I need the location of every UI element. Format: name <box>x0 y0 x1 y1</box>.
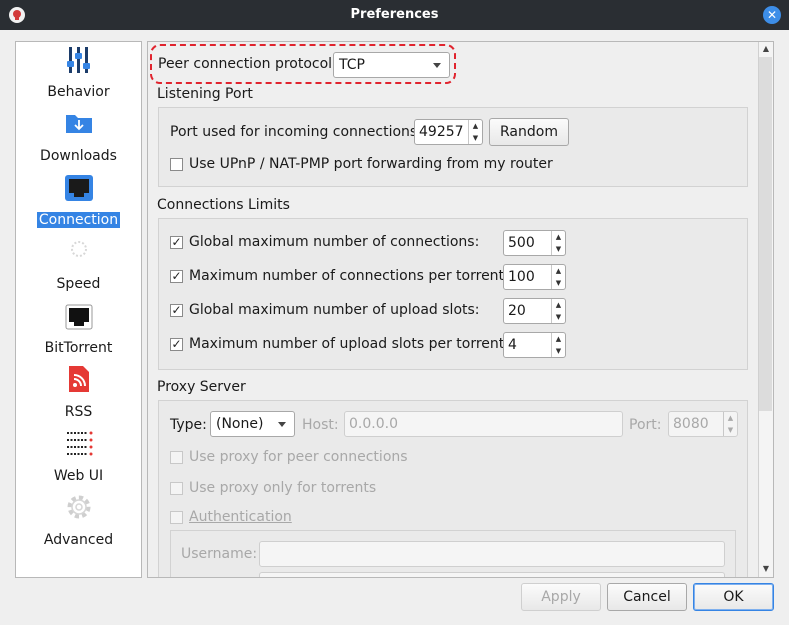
spin-arrows-icon[interactable]: ▲ ▼ <box>551 299 565 323</box>
spin-arrows-icon[interactable]: ▲ ▼ <box>468 120 482 144</box>
network-port-icon <box>65 175 93 201</box>
proxy-port-spinbox[interactable]: 8080 ▲ ▼ <box>668 411 738 437</box>
sliders-icon <box>67 47 90 73</box>
scroll-up-icon[interactable]: ▲ <box>759 42 773 56</box>
global-max-upload-slots-label: Global maximum number of upload slots: <box>189 302 480 318</box>
sidebar-item-label: Connection <box>36 212 121 228</box>
sidebar-item-speed[interactable]: Speed <box>16 234 141 298</box>
max-upload-slots-per-torrent-label: Maximum number of upload slots per torre… <box>189 336 509 352</box>
sidebar-item-connection[interactable]: Connection <box>16 170 141 234</box>
scrollbar-thumb[interactable] <box>759 57 772 411</box>
sidebar-item-advanced[interactable]: Advanced <box>16 490 141 554</box>
rss-icon <box>69 366 89 392</box>
sidebar-item-downloads[interactable]: Downloads <box>16 106 141 170</box>
sidebar-item-label: Speed <box>56 276 101 292</box>
highlight-annotation <box>150 44 456 84</box>
proxy-peer-connections-label: Use proxy for peer connections <box>189 449 408 465</box>
password-field[interactable] <box>259 572 725 577</box>
random-port-button[interactable]: Random <box>489 118 569 146</box>
proxy-torrents-only-checkbox[interactable] <box>170 482 183 495</box>
sidebar-item-label: Behavior <box>47 84 110 100</box>
close-icon[interactable]: ✕ <box>763 6 781 24</box>
sidebar-item-rss[interactable]: RSS <box>16 362 141 426</box>
chevron-down-icon <box>278 422 286 427</box>
proxy-server-title: Proxy Server <box>157 379 246 395</box>
max-connections-per-torrent-checkbox[interactable]: ✓ <box>170 270 183 283</box>
sidebar-item-behavior[interactable]: Behavior <box>16 42 141 106</box>
upnp-label: Use UPnP / NAT-PMP port forwarding from … <box>189 156 553 172</box>
port-label: Port used for incoming connections: <box>170 124 422 140</box>
global-max-upload-slots-checkbox[interactable]: ✓ <box>170 304 183 317</box>
spin-arrows-icon[interactable]: ▲ ▼ <box>551 265 565 289</box>
sidebar-item-label: Downloads <box>40 148 117 164</box>
gear-icon <box>67 495 91 519</box>
upnp-checkbox[interactable] <box>170 158 183 171</box>
connection-limits-title: Connections Limits <box>157 197 290 213</box>
ok-button[interactable]: OK <box>693 583 774 611</box>
sidebar-item-label: Web UI <box>53 468 104 484</box>
web-ui-icon <box>67 431 93 456</box>
scroll-down-icon[interactable]: ▼ <box>759 562 773 576</box>
global-max-upload-slots-spinbox[interactable]: 20 ▲ ▼ <box>503 298 566 324</box>
sidebar: Behavior Downloads Connection Speed BitT… <box>15 41 142 578</box>
username-field[interactable] <box>259 541 725 567</box>
max-connections-per-torrent-label: Maximum number of connections per torren… <box>189 268 509 284</box>
global-max-connections-checkbox[interactable]: ✓ <box>170 236 183 249</box>
proxy-type-label: Type: <box>170 417 207 433</box>
sidebar-item-label: RSS <box>64 404 93 420</box>
global-max-connections-spinbox[interactable]: 500 ▲ ▼ <box>503 230 566 256</box>
spin-arrows-icon[interactable]: ▲ ▼ <box>551 231 565 255</box>
proxy-authentication-checkbox[interactable] <box>170 511 183 524</box>
sidebar-item-bittorrent[interactable]: BitTorrent <box>16 298 141 362</box>
global-max-connections-label: Global maximum number of connections: <box>189 234 480 250</box>
download-folder-icon <box>66 115 92 133</box>
proxy-authentication-label: Authentication <box>189 509 292 525</box>
max-connections-per-torrent-spinbox[interactable]: 100 ▲ ▼ <box>503 264 566 290</box>
max-upload-slots-per-torrent-spinbox[interactable]: 4 ▲ ▼ <box>503 332 566 358</box>
username-label: Username: <box>181 546 258 562</box>
proxy-type-select[interactable]: (None) <box>210 411 295 437</box>
proxy-host-field[interactable]: 0.0.0.0 <box>344 411 623 437</box>
apply-button[interactable]: Apply <box>521 583 601 611</box>
window-title: Preferences <box>350 7 439 22</box>
proxy-torrents-only-label: Use proxy only for torrents <box>189 480 377 496</box>
port-spinbox[interactable]: 49257 ▲ ▼ <box>414 119 483 145</box>
sidebar-item-label: BitTorrent <box>44 340 113 356</box>
network-port-black-icon <box>65 304 93 330</box>
sidebar-item-web-ui[interactable]: Web UI <box>16 426 141 490</box>
proxy-host-label: Host: <box>302 417 339 433</box>
proxy-peer-connections-checkbox[interactable] <box>170 451 183 464</box>
listening-port-title: Listening Port <box>157 86 253 102</box>
speedometer-icon <box>71 241 87 257</box>
cancel-button[interactable]: Cancel <box>607 583 687 611</box>
spin-arrows-icon[interactable]: ▲ ▼ <box>551 333 565 357</box>
sidebar-item-label: Advanced <box>43 532 114 548</box>
max-upload-slots-per-torrent-checkbox[interactable]: ✓ <box>170 338 183 351</box>
proxy-port-label: Port: <box>629 417 662 433</box>
spin-arrows-icon[interactable]: ▲ ▼ <box>723 412 737 436</box>
